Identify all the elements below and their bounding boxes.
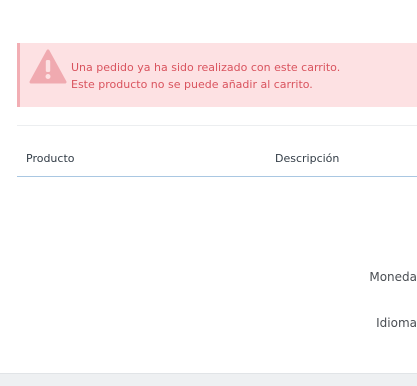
footer-bar bbox=[0, 373, 417, 386]
column-header-product: Producto bbox=[26, 152, 75, 165]
alert-message-line-2: Este producto no se puede añadir al carr… bbox=[71, 77, 313, 91]
table-header-underline bbox=[17, 176, 417, 177]
alert-message: Una pedido ya ha sido realizado con este… bbox=[71, 60, 340, 93]
error-alert: Una pedido ya ha sido realizado con este… bbox=[17, 43, 417, 107]
alert-message-line-1: Una pedido ya ha sido realizado con este… bbox=[71, 61, 341, 74]
column-header-description: Descripción bbox=[275, 152, 340, 165]
language-label: Idioma bbox=[376, 316, 417, 330]
warning-triangle-icon bbox=[29, 47, 67, 85]
section-divider bbox=[17, 125, 417, 126]
currency-label: Moneda bbox=[369, 270, 417, 284]
